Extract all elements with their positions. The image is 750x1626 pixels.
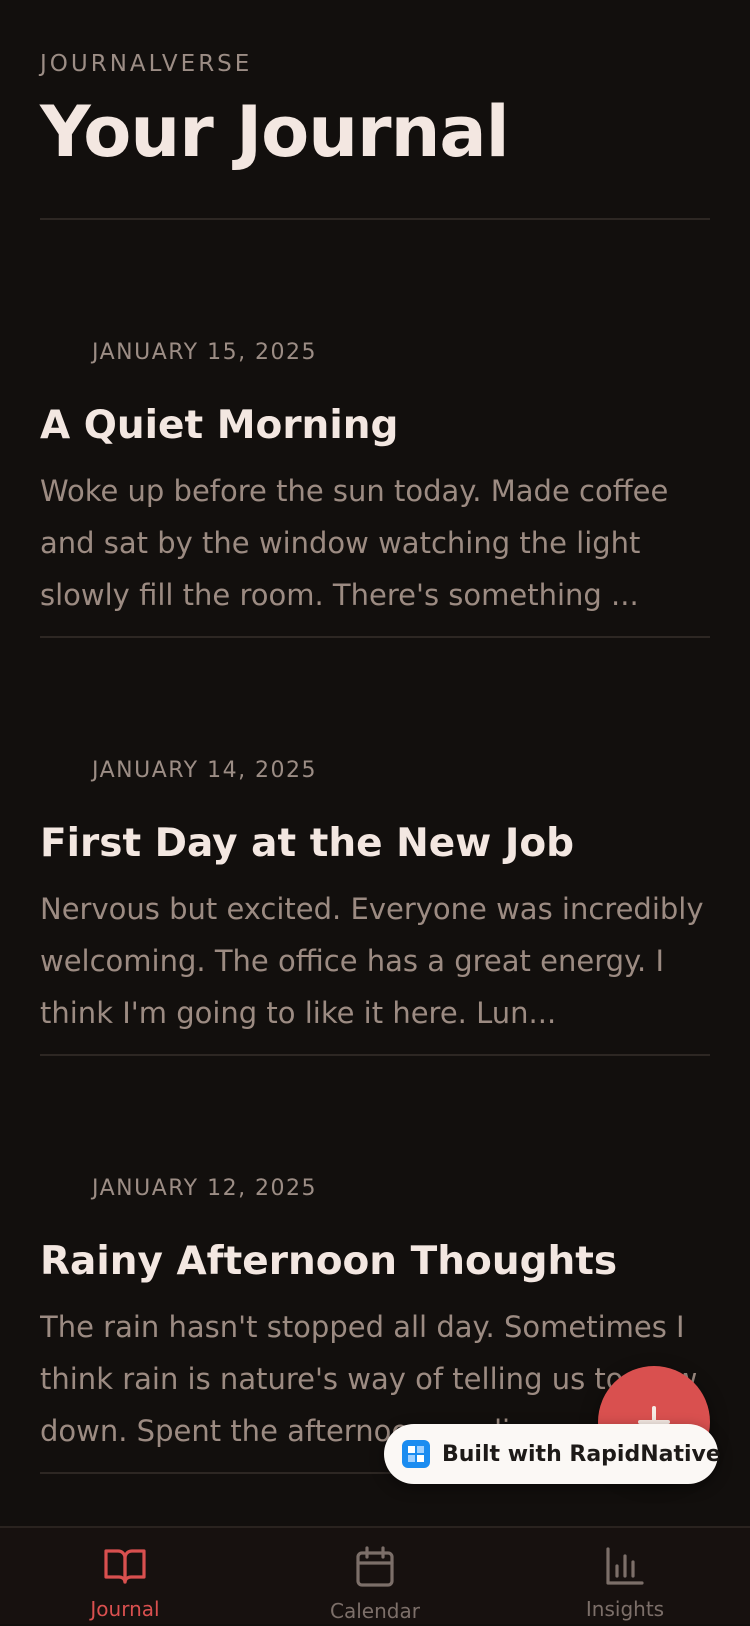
entry-date: JANUARY 15, 2025	[92, 340, 318, 365]
entry-date: JANUARY 14, 2025	[92, 758, 318, 783]
page-title: Your Journal	[40, 91, 510, 173]
journal-entry-list: JANUARY 15, 2025 A Quiet Morning Woke up…	[40, 220, 710, 1474]
tab-journal[interactable]: Journal	[0, 1528, 250, 1626]
built-with-badge[interactable]: Built with RapidNative	[384, 1424, 721, 1484]
journal-entry[interactable]: JANUARY 15, 2025 A Quiet Morning Woke up…	[40, 220, 710, 638]
tab-calendar[interactable]: Calendar	[250, 1528, 500, 1626]
page-header: JOURNALVERSE Your Journal	[40, 48, 710, 178]
book-open-icon	[103, 1528, 147, 1590]
brand-label: JOURNALVERSE	[40, 51, 253, 77]
entry-preview: Nervous but excited. Everyone was incred…	[40, 892, 704, 1030]
entry-title: Rainy Afternoon Thoughts	[40, 1239, 618, 1284]
entry-title: A Quiet Morning	[40, 403, 399, 448]
bar-chart-icon	[605, 1528, 645, 1590]
calendar-icon	[355, 1528, 395, 1592]
tab-insights[interactable]: Insights	[500, 1528, 750, 1626]
badge-label: Built with RapidNative	[442, 1441, 721, 1467]
rapidnative-logo-icon	[402, 1440, 430, 1468]
tab-label: Insights	[585, 1597, 665, 1621]
bottom-tab-bar: Journal Calendar Insights	[0, 1526, 750, 1624]
tab-label: Journal	[90, 1597, 160, 1621]
entry-date: JANUARY 12, 2025	[92, 1176, 318, 1201]
tab-label: Calendar	[330, 1599, 420, 1623]
journal-entry[interactable]: JANUARY 14, 2025 First Day at the New Jo…	[40, 638, 710, 1056]
entry-preview: Woke up before the sun today. Made coffe…	[40, 474, 669, 612]
entry-title: First Day at the New Job	[40, 821, 575, 866]
